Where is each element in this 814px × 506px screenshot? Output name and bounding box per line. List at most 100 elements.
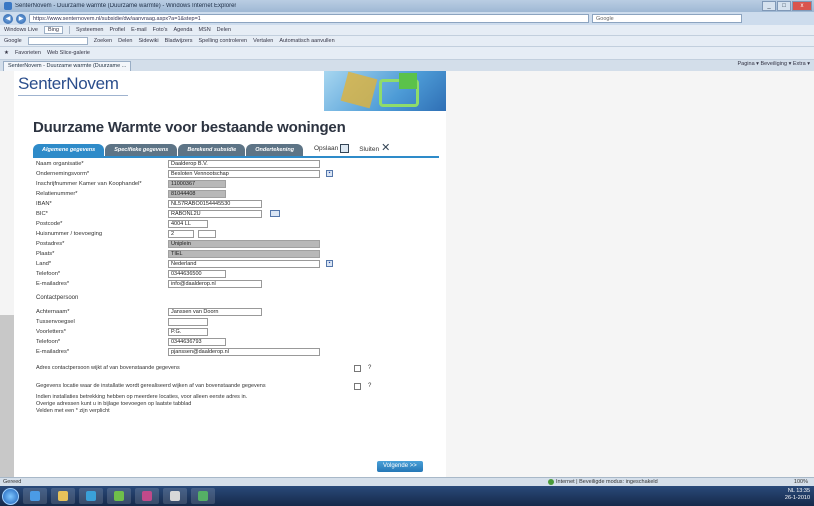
help-icon[interactable]: ?	[368, 365, 371, 371]
toolbar-item[interactable]: Windows Live	[4, 27, 38, 33]
contact-email-input[interactable]: pjanssen@daalderop.nl	[168, 347, 320, 356]
relation-number-field: 81044408	[168, 189, 226, 198]
header-image	[324, 71, 446, 111]
phone-input[interactable]: 0344636500	[168, 269, 226, 278]
system-tray: NL 13:35 26-1-2010	[785, 488, 810, 502]
contact-infix-input[interactable]	[168, 317, 208, 326]
tab-specifieke-gegevens[interactable]: Specifieke gegevens	[105, 144, 178, 156]
toolbar-item[interactable]: Systeemen	[76, 27, 104, 33]
language-indicator[interactable]: NL	[788, 488, 795, 494]
clock-date: 26-1-2010	[784, 495, 810, 501]
address-bar: ◀ ▶ https://www.senternovem.nl/subsidie/…	[0, 12, 814, 25]
google-toolbar: Google Zoeken Delen Sidewiki Bladwijzers…	[0, 36, 814, 47]
tab-berekend-subsidie[interactable]: Berekend subsidie	[178, 144, 246, 156]
maximize-button[interactable]: □	[777, 1, 791, 11]
postal-address-field: Uniplein	[168, 239, 320, 248]
window-titlebar: SenterNovem - Duurzame warmte (Duurzame …	[0, 0, 814, 12]
taskbar-app-button[interactable]	[191, 488, 215, 504]
page-viewport: SenterNovem Duurzame Warmte voor bestaan…	[0, 71, 814, 477]
organisation-name-input[interactable]: Daalderop B.V.	[168, 159, 320, 168]
taskbar-app-button[interactable]	[107, 488, 131, 504]
lookup-icon[interactable]: ▪	[326, 170, 333, 177]
clock-time: 13:35	[796, 488, 810, 494]
contact-address-differs-checkbox[interactable]	[354, 365, 361, 372]
close-icon: ✕	[381, 142, 391, 154]
start-button[interactable]	[2, 487, 19, 505]
toolbar-item[interactable]: Sidewiki	[138, 38, 158, 44]
back-icon[interactable]: ◀	[3, 13, 13, 24]
iban-input[interactable]: NL57RABO0154445530	[168, 199, 262, 208]
app-icon	[142, 491, 152, 501]
google-search-box[interactable]	[27, 37, 88, 45]
taskbar-app-button[interactable]	[135, 488, 159, 504]
search-input[interactable]: Google	[592, 14, 742, 23]
senternovem-logo: SenterNovem	[18, 74, 119, 93]
contact-phone-input[interactable]: 0344636793	[168, 337, 226, 346]
toolbar-item[interactable]: E-mail	[131, 27, 147, 33]
app-icon	[170, 491, 180, 501]
bing-search-box[interactable]: Bing	[43, 26, 63, 34]
location-differs-checkbox[interactable]	[354, 383, 361, 390]
bic-input[interactable]: RABONL2U	[168, 209, 262, 218]
info-note: Overige adressen kunt u in bijlage toevo…	[36, 401, 192, 407]
taskbar-media-button[interactable]	[79, 488, 103, 504]
page-title: Duurzame Warmte voor bestaande woningen	[33, 119, 346, 136]
browser-tab[interactable]: SenterNovem - Duurzame warmte (Duurzame …	[3, 61, 132, 71]
minimize-button[interactable]: _	[762, 1, 776, 11]
country-lookup-icon[interactable]: ▪	[326, 260, 333, 267]
favorites-star-icon: ★	[4, 50, 9, 56]
url-input[interactable]: https://www.senternovem.nl/subsidie/dw/a…	[29, 14, 589, 23]
webslice-gallery[interactable]: Web Slice-galerie	[47, 50, 90, 56]
required-fields-note: Velden met een * zijn verplicht	[36, 408, 110, 414]
close-window-button[interactable]: x	[792, 1, 812, 11]
toolbar-item[interactable]: Foto's	[153, 27, 168, 33]
taskbar-explorer-button[interactable]	[51, 488, 75, 504]
toolbar-item[interactable]: MSN	[198, 27, 210, 33]
forward-icon[interactable]: ▶	[16, 13, 26, 24]
email-input[interactable]: info@daalderop.nl	[168, 279, 262, 288]
location-differs-label: Gegevens locatie waar de installatie wor…	[36, 383, 266, 389]
toolbar-item[interactable]: Agenda	[173, 27, 192, 33]
house-number-suffix-input[interactable]	[198, 229, 216, 238]
toolbar-item[interactable]: Vertalen	[253, 38, 273, 44]
house-number-input[interactable]: 2	[168, 229, 194, 238]
postcode-input[interactable]: 4004 LL	[168, 219, 208, 228]
save-button[interactable]: Opslaan	[314, 144, 350, 153]
ie-icon	[4, 2, 12, 10]
window-title: SenterNovem - Duurzame warmte (Duurzame …	[15, 3, 237, 9]
app-icon	[114, 491, 124, 501]
application-form-page: SenterNovem Duurzame Warmte voor bestaan…	[14, 71, 446, 477]
company-form-input[interactable]: Besloten Vennootschap	[168, 169, 320, 178]
folder-icon	[58, 491, 68, 501]
security-zone: Internet | Beveiligde modus: ingeschakel…	[548, 478, 658, 486]
favorites-bar: ★ Favorieten Web Slice-galerie	[0, 47, 814, 60]
command-bar[interactable]: Pagina ▾ Beveiliging ▾ Extra ▾	[738, 61, 811, 67]
toolbar-item[interactable]: Google	[4, 38, 22, 44]
toolbar-item[interactable]: Delen	[217, 27, 231, 33]
tab-algemene-gegevens[interactable]: Algemene gegevens	[33, 144, 105, 156]
zoom-level[interactable]: 100%	[794, 478, 808, 486]
info-note: Indien installaties betrekking hebben op…	[36, 394, 248, 400]
tab-ondertekening[interactable]: Ondertekening	[246, 144, 304, 156]
windows-live-toolbar: Windows Live Bing Systeemen Profiel E-ma…	[0, 25, 814, 36]
next-button[interactable]: Volgende >>	[377, 461, 423, 472]
toolbar-item[interactable]: Zoeken	[94, 38, 112, 44]
bic-lookup-icon[interactable]	[270, 210, 280, 217]
help-icon[interactable]: ?	[368, 383, 371, 389]
contact-lastname-input[interactable]: Janssen van Doorn	[168, 307, 262, 316]
toolbar-item[interactable]: Delen	[118, 38, 132, 44]
city-field: TIEL	[168, 249, 320, 258]
form-tabs: Algemene gegevens Specifieke gegevens Be…	[33, 144, 304, 156]
taskbar-ie-button[interactable]	[23, 488, 47, 504]
close-form-button[interactable]: Sluiten ✕	[359, 142, 391, 154]
toolbar-item[interactable]: Bladwijzers	[165, 38, 193, 44]
toolbar-item[interactable]: Profiel	[109, 27, 125, 33]
favorites-button[interactable]: Favorieten	[15, 50, 41, 56]
toolbar-item[interactable]: Spelling controleren	[199, 38, 248, 44]
ie-icon	[30, 491, 40, 501]
taskbar-app-button[interactable]	[163, 488, 187, 504]
contact-initials-input[interactable]: P.G.	[168, 327, 208, 336]
country-input[interactable]: Nederland	[168, 259, 320, 268]
toolbar-item[interactable]: Automatisch aanvullen	[279, 38, 334, 44]
browser-tab-row: SenterNovem - Duurzame warmte (Duurzame …	[0, 60, 814, 71]
